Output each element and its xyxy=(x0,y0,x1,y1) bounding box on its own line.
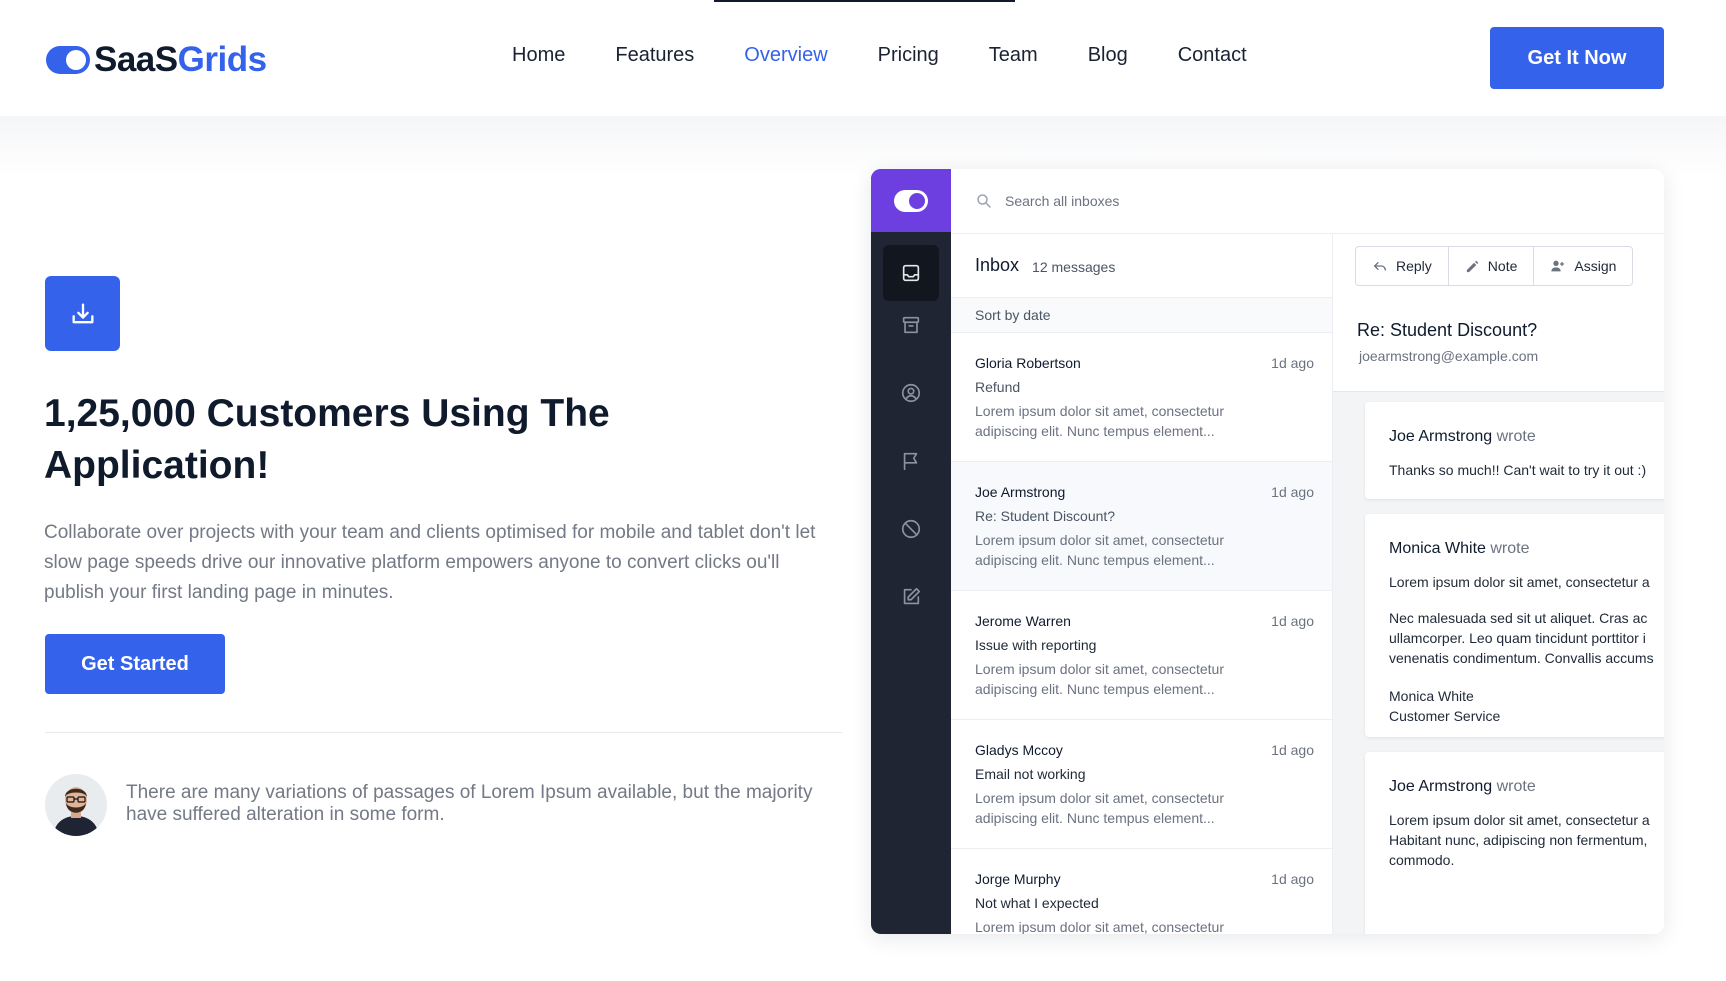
pencil-icon xyxy=(1466,260,1479,272)
toggle-logo-icon xyxy=(894,189,928,212)
thread-message: Monica White wrote Lorem ipsum dolor sit… xyxy=(1365,514,1664,737)
sidebar-item-compose[interactable] xyxy=(883,569,939,625)
sidebar-item-spam[interactable] xyxy=(883,501,939,557)
search-icon xyxy=(977,194,991,208)
main-nav: Home Features Overview Pricing Team Blog… xyxy=(512,44,1297,67)
thread-message: Joe Armstrong wrote Lorem ipsum dolor si… xyxy=(1365,752,1664,934)
sidebar-item-flagged[interactable] xyxy=(883,433,939,489)
nav-contact[interactable]: Contact xyxy=(1178,44,1247,67)
search-bar xyxy=(951,169,1664,234)
inbox-header: Inbox 12 messages xyxy=(951,234,1332,298)
list-item[interactable]: Jerome Warren 1d ago Issue with reportin… xyxy=(951,591,1332,720)
inbox-icon xyxy=(902,264,920,282)
hero-divider xyxy=(45,732,842,733)
app-logo xyxy=(871,169,951,232)
get-started-button[interactable]: Get Started xyxy=(45,634,225,694)
edit-icon xyxy=(903,587,921,605)
download-badge xyxy=(45,276,120,351)
thread-message: Joe Armstrong wrote Thanks so much!! Can… xyxy=(1365,402,1664,499)
assign-button[interactable]: Assign xyxy=(1534,247,1632,285)
reply-icon xyxy=(1374,262,1386,271)
site-header: SaaSGrids Home Features Overview Pricing… xyxy=(0,0,1726,116)
get-it-now-button[interactable]: Get It Now xyxy=(1490,27,1664,89)
nav-blog[interactable]: Blog xyxy=(1088,44,1128,67)
hero-description: Collaborate over projects with your team… xyxy=(44,522,816,603)
nav-pricing[interactable]: Pricing xyxy=(878,44,939,67)
nav-overview[interactable]: Overview xyxy=(744,44,827,67)
search-input[interactable] xyxy=(1005,193,1405,209)
flag-icon xyxy=(903,452,918,471)
user-circle-icon xyxy=(901,383,921,403)
sort-by-date[interactable]: Sort by date xyxy=(951,298,1332,333)
nav-team[interactable]: Team xyxy=(989,44,1038,67)
sidebar-item-archive[interactable] xyxy=(883,297,939,353)
download-icon xyxy=(72,303,94,323)
logo-toggle-icon xyxy=(46,46,90,74)
list-item[interactable]: Gloria Robertson 1d ago Refund Lorem ips… xyxy=(951,333,1332,462)
testimonial-quote: There are many variations of passages of… xyxy=(126,782,813,825)
detail-header: Reply Note Assign Re: Student Discount? … xyxy=(1333,234,1664,392)
logo[interactable]: SaaSGrids xyxy=(46,40,267,80)
detail-email[interactable]: joearmstrong@example.com xyxy=(1359,348,1538,364)
scroll-progress-bar xyxy=(714,0,1015,2)
ban-icon xyxy=(901,519,921,539)
nav-features[interactable]: Features xyxy=(615,44,694,67)
inbox-app-mockup: Inbox 12 messages Sort by date Gloria Ro… xyxy=(871,169,1664,934)
inbox-title: Inbox xyxy=(975,255,1020,275)
inbox-count: 12 messages xyxy=(1032,259,1116,275)
hero-headline: 1,25,000 Customers Using The Application… xyxy=(44,392,610,487)
list-item[interactable]: Joe Armstrong 1d ago Re: Student Discoun… xyxy=(951,462,1332,591)
sidebar-item-contacts[interactable] xyxy=(883,365,939,421)
reply-button[interactable]: Reply xyxy=(1356,247,1449,285)
sidebar-item-inbox[interactable] xyxy=(883,245,939,301)
detail-subject: Re: Student Discount? xyxy=(1357,320,1538,340)
note-button[interactable]: Note xyxy=(1449,247,1535,285)
archive-icon xyxy=(902,316,920,334)
avatar xyxy=(45,774,107,836)
app-sidebar xyxy=(871,169,951,934)
logo-text: SaaSGrids xyxy=(94,40,267,79)
user-plus-icon xyxy=(1551,260,1565,272)
action-group: Reply Note Assign xyxy=(1355,246,1634,286)
message-list: Inbox 12 messages Sort by date Gloria Ro… xyxy=(951,234,1333,934)
message-detail: Reply Note Assign Re: Student Discount? … xyxy=(1333,234,1664,934)
list-item[interactable]: Jorge Murphy 1d ago Not what I expected … xyxy=(951,849,1332,934)
list-item[interactable]: Gladys Mccoy 1d ago Email not working Lo… xyxy=(951,720,1332,849)
nav-home[interactable]: Home xyxy=(512,44,565,67)
